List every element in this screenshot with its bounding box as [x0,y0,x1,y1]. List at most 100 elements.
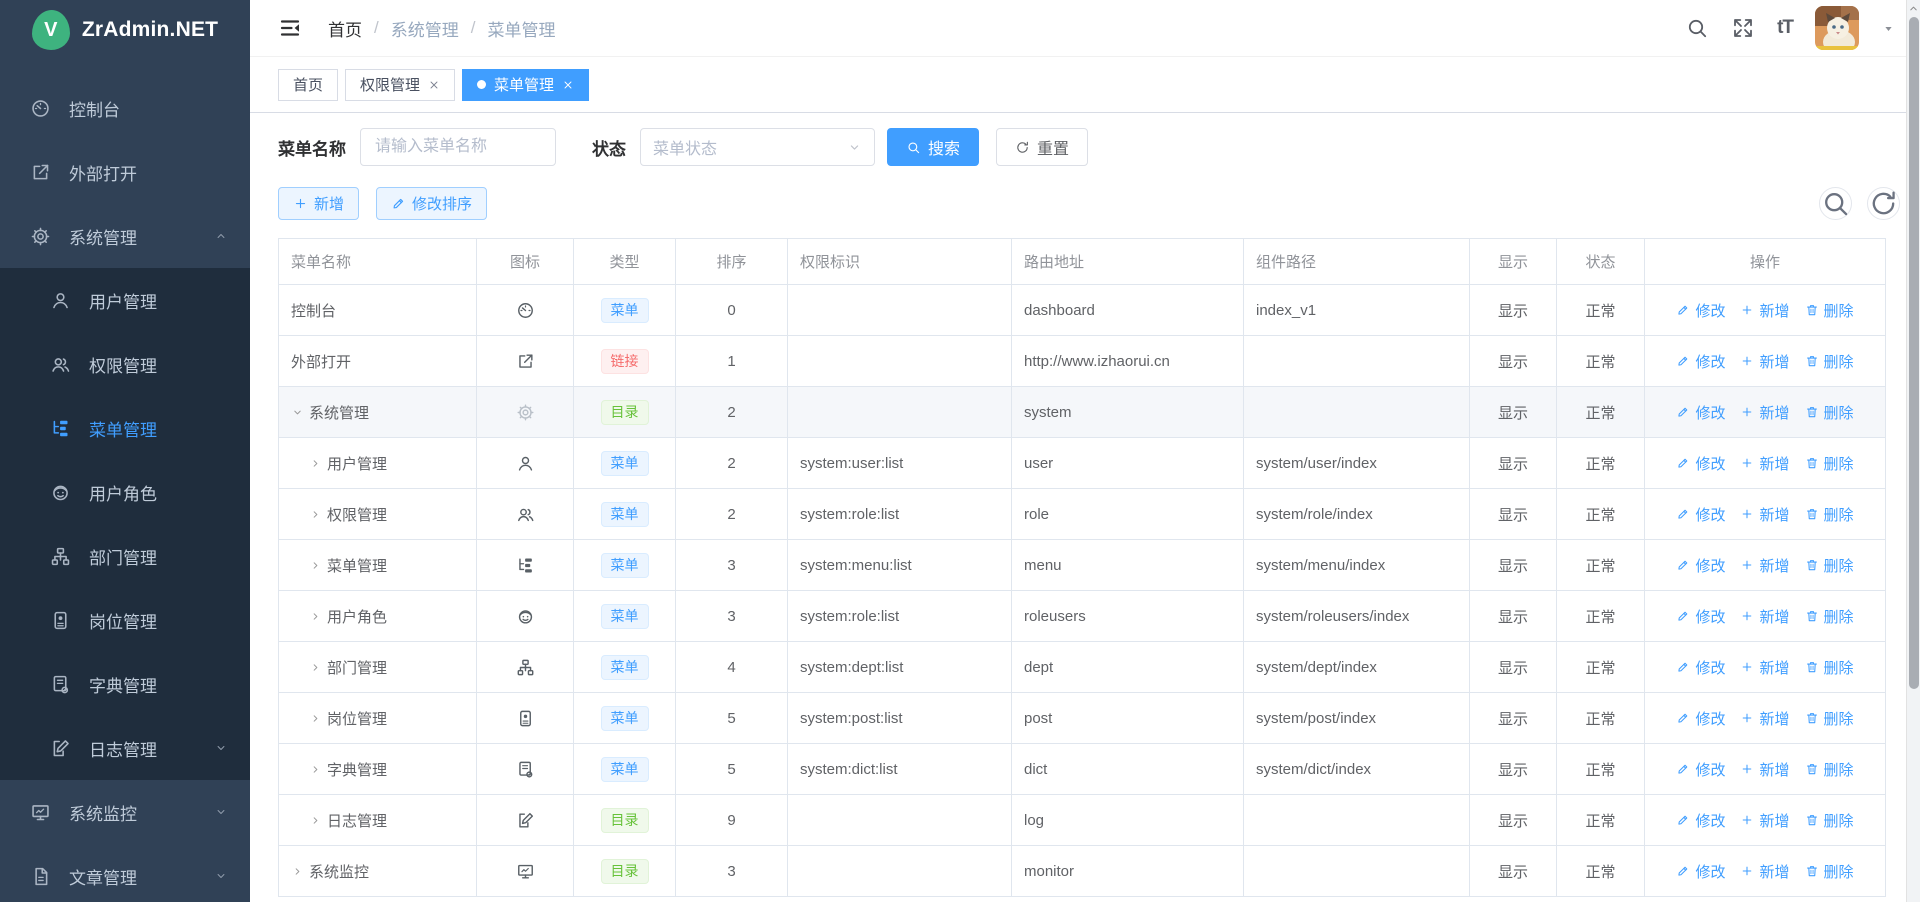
refresh-table-button[interactable] [1867,187,1900,220]
user-menu-caret-icon[interactable] [1881,21,1896,36]
trash-icon [1805,864,1819,878]
sidebar-collapse-icon[interactable] [278,16,302,40]
edit-link[interactable]: 修改 [1676,453,1725,474]
edit-link[interactable]: 修改 [1676,504,1725,525]
delete-link[interactable]: 删除 [1805,504,1854,525]
edit-link[interactable]: 修改 [1676,351,1725,372]
sidebar-item-dict[interactable]: 字典管理 [0,652,250,716]
expand-row-icon[interactable] [291,865,304,878]
operations-cell: 修改新增删除 [1645,744,1885,795]
op-label: 修改 [1695,504,1725,525]
expand-row-icon[interactable] [309,457,322,470]
toggle-search-button[interactable] [1819,187,1852,220]
user-avatar[interactable] [1815,6,1859,50]
app-logo[interactable]: V ZrAdmin.NET [0,0,250,60]
order-cell: 5 [676,693,788,744]
sidebar-item-tree-table[interactable]: 菜单管理 [0,396,250,460]
delete-link[interactable]: 删除 [1805,861,1854,882]
tab-item[interactable]: 首页 [278,69,338,101]
order-cell: 3 [676,846,788,897]
font-size-icon[interactable]: tT [1777,17,1793,39]
status-cell: 正常 [1557,336,1645,387]
menu-name-label: 菜单名称 [278,135,346,160]
trash-icon [1805,762,1819,776]
expand-row-icon[interactable] [309,508,322,521]
add-link[interactable]: 新增 [1740,402,1789,423]
breadcrumb-item[interactable]: 首页 [328,16,362,41]
expand-row-icon[interactable] [309,712,322,725]
expand-row-icon[interactable] [309,661,322,674]
add-link[interactable]: 新增 [1740,453,1789,474]
header-search-icon[interactable] [1685,16,1709,40]
edit-link[interactable]: 修改 [1676,708,1725,729]
scrollbar-up-arrow[interactable] [1907,0,1920,16]
add-link[interactable]: 新增 [1740,300,1789,321]
expand-row-icon[interactable] [309,610,322,623]
sidebar-item-dashboard[interactable]: 控制台 [0,76,250,140]
delete-link[interactable]: 删除 [1805,453,1854,474]
menu-name-cell: 日志管理 [279,795,477,846]
delete-link[interactable]: 删除 [1805,657,1854,678]
sidebar-item-monitor[interactable]: 系统监控 [0,780,250,844]
edit-link[interactable]: 修改 [1676,759,1725,780]
tab-active[interactable]: 菜单管理 [462,69,589,101]
sidebar-item-user[interactable]: 用户管理 [0,268,250,332]
tab-item[interactable]: 权限管理 [345,69,455,101]
sort-edit-button[interactable]: 修改排序 [376,187,487,220]
add-button[interactable]: 新增 [278,187,359,220]
edit-link[interactable]: 修改 [1676,606,1725,627]
breadcrumb-separator: / [471,18,476,38]
collapse-row-icon[interactable] [291,406,304,419]
scrollbar-thumb[interactable] [1909,17,1919,689]
expand-row-icon[interactable] [309,559,322,572]
add-link[interactable]: 新增 [1740,861,1789,882]
sidebar-item-post[interactable]: 岗位管理 [0,588,250,652]
add-link[interactable]: 新增 [1740,708,1789,729]
chevron-down-icon [847,140,862,155]
delete-link[interactable]: 删除 [1805,300,1854,321]
edit-link[interactable]: 修改 [1676,300,1725,321]
delete-link[interactable]: 删除 [1805,606,1854,627]
tab-label: 权限管理 [360,74,420,95]
column-header: 图标 [477,239,574,285]
delete-link[interactable]: 删除 [1805,810,1854,831]
delete-link[interactable]: 删除 [1805,759,1854,780]
edit-link[interactable]: 修改 [1676,402,1725,423]
delete-link[interactable]: 删除 [1805,708,1854,729]
sidebar-item-tree[interactable]: 部门管理 [0,524,250,588]
edit-link[interactable]: 修改 [1676,861,1725,882]
sidebar-item-log[interactable]: 日志管理 [0,716,250,780]
sidebar-item-document[interactable]: 文章管理 [0,844,250,902]
add-link[interactable]: 新增 [1740,504,1789,525]
main-area: 首页/系统管理/菜单管理 tT [250,0,1920,902]
add-link[interactable]: 新增 [1740,759,1789,780]
sidebar-item-peoples[interactable]: 权限管理 [0,332,250,396]
op-label: 删除 [1824,300,1854,321]
edit-link[interactable]: 修改 [1676,555,1725,576]
delete-link[interactable]: 删除 [1805,402,1854,423]
delete-link[interactable]: 删除 [1805,555,1854,576]
plus-icon [1740,609,1754,623]
tab-close-icon[interactable] [562,79,574,91]
add-link[interactable]: 新增 [1740,606,1789,627]
add-link[interactable]: 新增 [1740,555,1789,576]
order-cell: 2 [676,387,788,438]
search-button[interactable]: 搜索 [887,128,979,166]
edit-link[interactable]: 修改 [1676,657,1725,678]
page-scrollbar[interactable] [1906,0,1920,902]
expand-row-icon[interactable] [309,814,322,827]
menu-name-input[interactable] [360,128,556,166]
expand-row-icon[interactable] [309,763,322,776]
sidebar-item-external-link[interactable]: 外部打开 [0,140,250,204]
delete-link[interactable]: 删除 [1805,351,1854,372]
sidebar-item-gear[interactable]: 系统管理 [0,204,250,268]
status-select[interactable]: 菜单状态 [640,128,875,166]
fullscreen-icon[interactable] [1731,16,1755,40]
add-link[interactable]: 新增 [1740,351,1789,372]
add-link[interactable]: 新增 [1740,810,1789,831]
add-link[interactable]: 新增 [1740,657,1789,678]
tab-close-icon[interactable] [428,79,440,91]
edit-link[interactable]: 修改 [1676,810,1725,831]
reset-button[interactable]: 重置 [996,128,1088,166]
sidebar-item-robot[interactable]: 用户角色 [0,460,250,524]
